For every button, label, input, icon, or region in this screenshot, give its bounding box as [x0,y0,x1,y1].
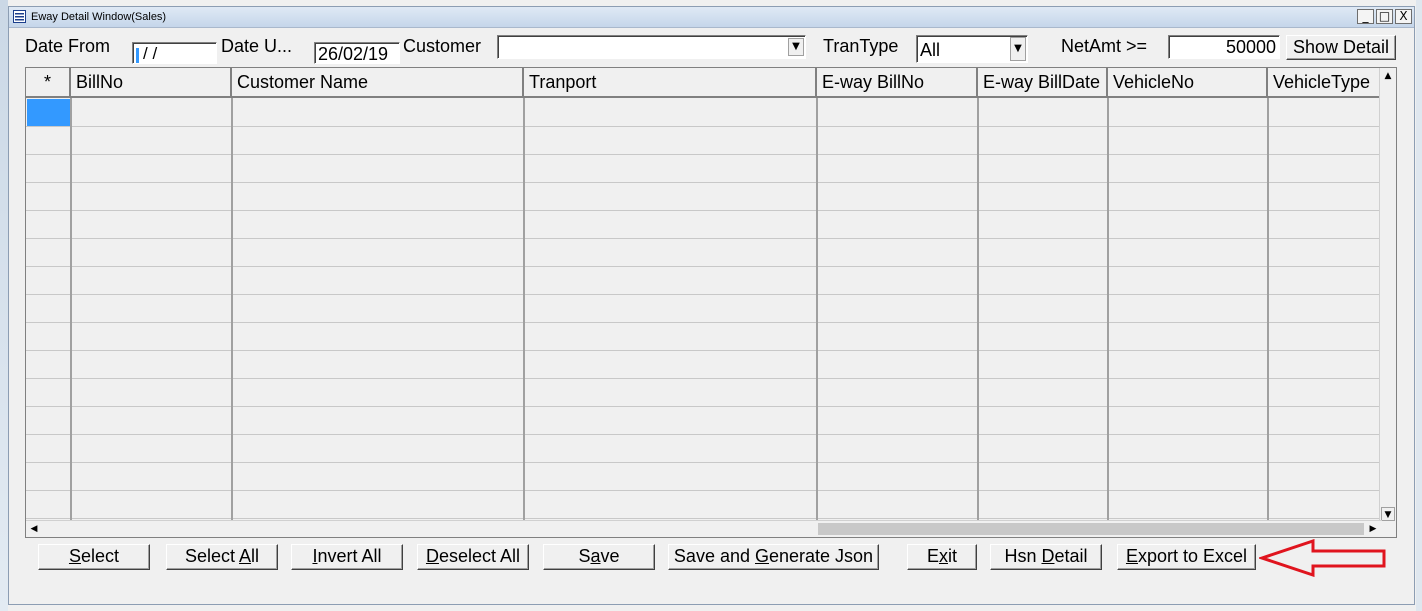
grid-header-select[interactable]: * [26,68,71,98]
exit-button[interactable]: Exit [907,544,977,570]
grid-row-line [26,406,1382,407]
grid-row-line [26,182,1382,183]
desktop-background-right [1416,0,1422,611]
scroll-thumb[interactable] [818,523,1364,535]
trantype-label: TranType [823,36,899,56]
title-bar[interactable]: Eway Detail Window(Sales) _ □ X [9,7,1414,28]
red-arrow-annotation [1259,539,1386,577]
grid-header-eway-billno[interactable]: E-way BillNo [817,68,978,98]
trantype-select[interactable]: All ▼ [916,35,1028,63]
grid-divider [70,98,72,524]
grid-row-line [26,322,1382,323]
select-all-button[interactable]: Select All [166,544,278,570]
grid-header-customer-name[interactable]: Customer Name [232,68,524,98]
chevron-down-icon[interactable]: ▼ [1010,37,1026,61]
grid-row-line [26,378,1382,379]
horizontal-scrollbar[interactable]: ◀ ▶ [26,520,1382,537]
save-button[interactable]: Save [543,544,655,570]
show-detail-button[interactable]: Show Detail [1286,35,1396,60]
grid-header-billno[interactable]: BillNo [71,68,232,98]
eway-detail-window: Eway Detail Window(Sales) _ □ X Date Fro… [8,6,1415,605]
close-button[interactable]: X [1395,9,1412,24]
vertical-scrollbar[interactable]: ▲ ▼ [1379,68,1396,523]
grid-row-line [26,210,1382,211]
customer-combo[interactable]: ▼ [497,35,806,59]
date-from-label: Date From [25,36,111,56]
maximize-button[interactable]: □ [1376,9,1393,24]
customer-label: Customer [403,36,482,56]
date-from-input[interactable]: / / [132,42,217,64]
grid-header-vehicletype[interactable]: VehicleType [1268,68,1382,98]
grid-divider [977,98,979,524]
chevron-down-icon[interactable]: ▼ [788,38,804,56]
grid-row-line [26,462,1382,463]
grid-header-eway-billdate[interactable]: E-way BillDate [978,68,1108,98]
scroll-down-icon[interactable]: ▼ [1381,507,1395,521]
grid-divider [1267,98,1269,524]
minimize-button[interactable]: _ [1357,9,1374,24]
grid-row-line [26,294,1382,295]
export-to-excel-button[interactable]: Export to Excel [1117,544,1256,570]
window-title: Eway Detail Window(Sales) [31,11,167,23]
grid-header-tranport[interactable]: Tranport [524,68,817,98]
save-generate-json-button[interactable]: Save and Generate Json [668,544,879,570]
select-button[interactable]: Select [38,544,150,570]
window-menu-icon[interactable] [13,10,26,23]
scroll-left-icon[interactable]: ◀ [27,522,41,536]
grid-row-line [26,350,1382,351]
desktop-background [0,0,8,611]
grid-row-line [26,266,1382,267]
date-upto-label: Date U... [221,36,293,56]
netamt-input[interactable]: 50000 [1168,35,1280,59]
grid-row-line [26,238,1382,239]
scroll-up-icon[interactable]: ▲ [1381,69,1395,83]
text-cursor [136,48,139,63]
grid-row-line [26,490,1382,491]
hsn-detail-button[interactable]: Hsn Detail [990,544,1102,570]
invert-all-button[interactable]: Invert All [291,544,403,570]
grid-header-vehicleno[interactable]: VehicleNo [1108,68,1268,98]
grid-row-line [26,126,1382,127]
grid-row-line [26,154,1382,155]
grid-divider [1107,98,1109,524]
netamt-label: NetAmt >= [1061,36,1148,56]
grid-row-line [26,518,1382,519]
deselect-all-button[interactable]: Deselect All [417,544,529,570]
grid-divider [231,98,233,524]
eway-grid[interactable]: * BillNo Customer Name Tranport E-way Bi… [25,67,1397,538]
grid-divider [523,98,525,524]
scroll-right-icon[interactable]: ▶ [1366,522,1380,536]
grid-divider [816,98,818,524]
grid-row-line [26,434,1382,435]
date-upto-input[interactable]: 26/02/19 [314,42,400,64]
selected-cell[interactable] [27,99,70,126]
